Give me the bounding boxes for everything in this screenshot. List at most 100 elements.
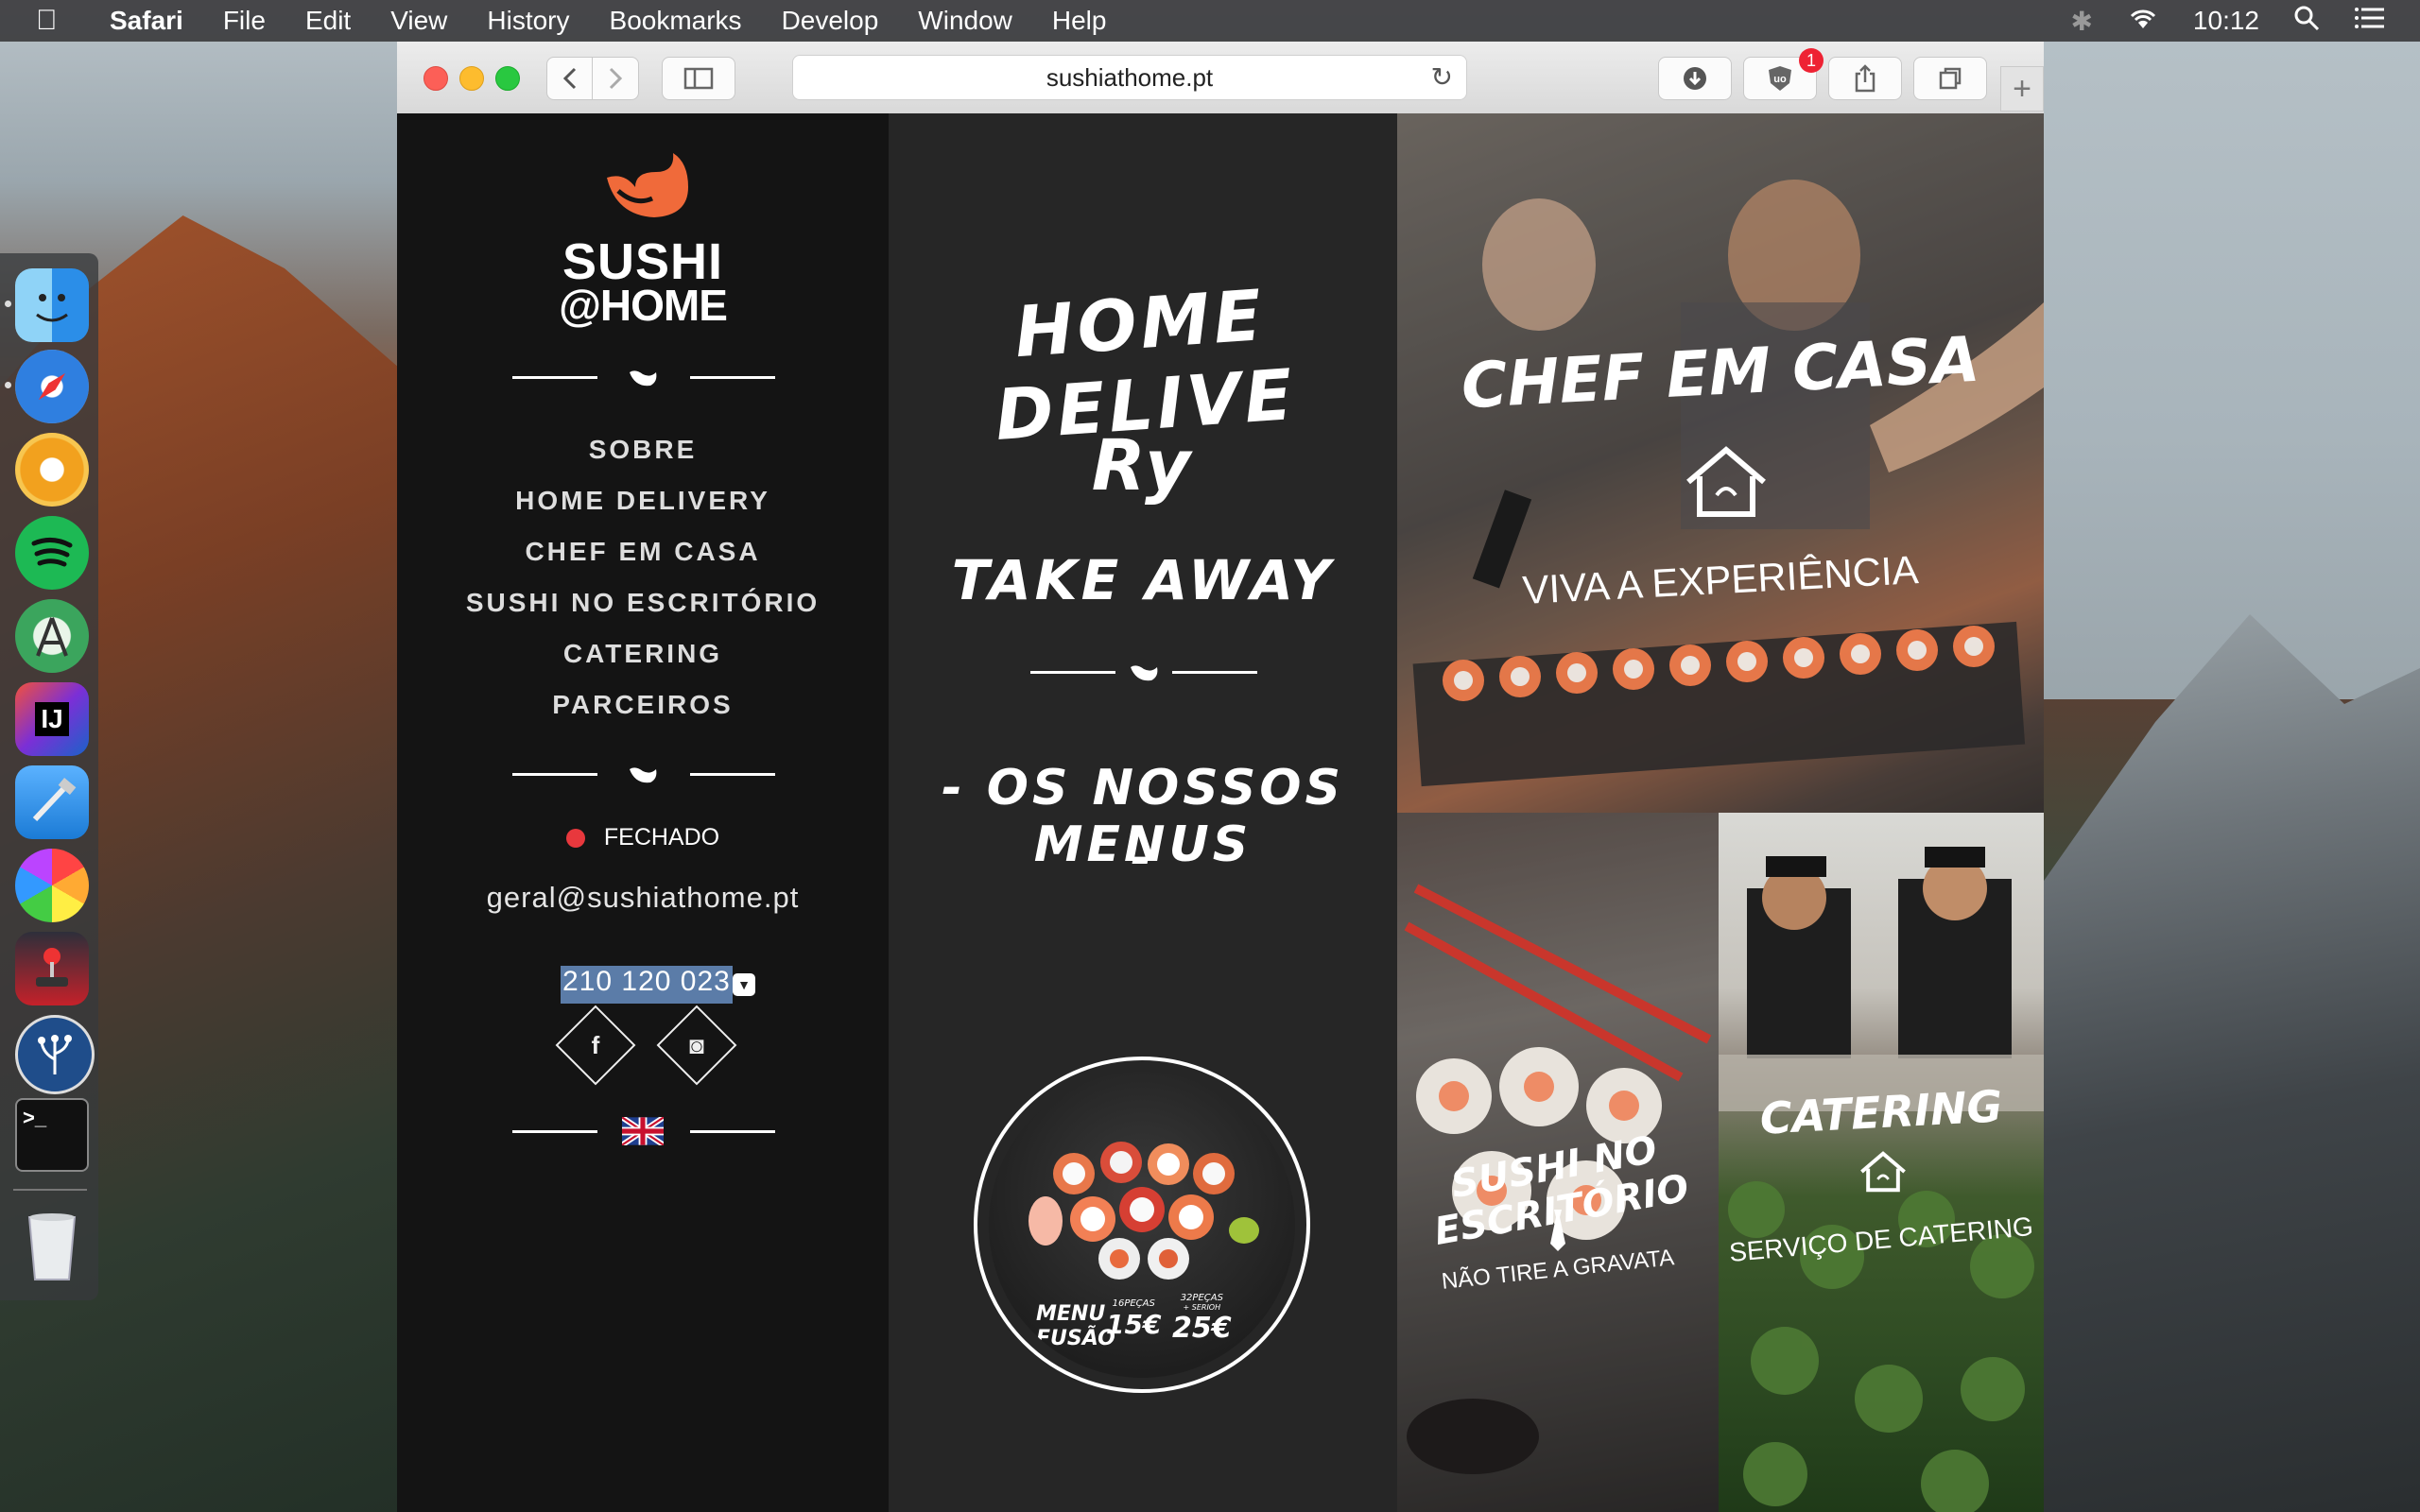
chrome-canary-icon[interactable] bbox=[15, 433, 89, 507]
extension-badge: 1 bbox=[1799, 48, 1824, 73]
chef-em-casa-panel[interactable]: CHEF EM CASA VIVA A EXPERIÊNCIA bbox=[1397, 113, 2044, 813]
facebook-icon: f bbox=[591, 1031, 600, 1059]
chevron-right-icon bbox=[609, 67, 623, 90]
phone-dropdown-icon[interactable]: ▼ bbox=[733, 973, 755, 996]
notification-center-icon[interactable] bbox=[2354, 6, 2386, 37]
sidebar-toggle-button[interactable] bbox=[662, 57, 735, 100]
minimize-window-button[interactable] bbox=[459, 66, 484, 91]
option-32-price: 25€ bbox=[1172, 1312, 1232, 1345]
plus-icon: + bbox=[2013, 70, 2031, 107]
menu-card-photo: MENU FUSÃO 16PEÇAS 15€ 32PEÇAS + SERIOH … bbox=[989, 1072, 1295, 1378]
facebook-link[interactable]: f bbox=[555, 1005, 636, 1086]
close-window-button[interactable] bbox=[424, 66, 448, 91]
nav-chef-em-casa[interactable]: CHEF EM CASA bbox=[397, 537, 889, 567]
forward-button[interactable] bbox=[592, 57, 639, 100]
apple-icon[interactable]:  bbox=[36, 5, 72, 37]
option-16-pieces: 16PEÇAS bbox=[1112, 1298, 1155, 1309]
option-32-note: + SERIOH bbox=[1183, 1303, 1221, 1312]
menu-bookmarks[interactable]: Bookmarks bbox=[610, 6, 742, 36]
instagram-link[interactable]: ◙ bbox=[656, 1005, 737, 1086]
wifi-icon[interactable] bbox=[2127, 6, 2159, 37]
show-tabs-button[interactable] bbox=[1913, 57, 1987, 100]
sourcetree-icon[interactable] bbox=[15, 1015, 95, 1094]
menu-help[interactable]: Help bbox=[1052, 6, 1107, 36]
instagram-icon: ◙ bbox=[689, 1031, 704, 1059]
status-closed-indicator bbox=[565, 829, 585, 849]
spotify-icon[interactable] bbox=[15, 516, 89, 590]
menu-edit[interactable]: Edit bbox=[305, 6, 351, 36]
terminal-icon[interactable]: >_ bbox=[15, 1098, 89, 1172]
website-content: SUSHI @HOME SOBRE HOME DELIVERY CHEF EM … bbox=[397, 113, 2044, 1512]
terminal-prompt: >_ bbox=[23, 1106, 47, 1129]
downloads-button[interactable] bbox=[1658, 57, 1732, 100]
zoom-window-button[interactable] bbox=[495, 66, 520, 91]
divider-line bbox=[512, 1130, 597, 1133]
menu-card-label-line1: MENU bbox=[1036, 1302, 1106, 1326]
url-text[interactable]: sushiathome.pt bbox=[1046, 63, 1213, 93]
address-bar[interactable]: sushiathome.pt ↻ bbox=[792, 55, 1467, 100]
safari-window: sushiathome.pt ↻ uo 1 + SUSHI @HOME SOBR… bbox=[397, 42, 2044, 1512]
necktie-icon bbox=[1550, 1210, 1565, 1251]
nav-sobre[interactable]: SOBRE bbox=[397, 435, 889, 465]
bluetooth-icon[interactable]: ✱ bbox=[2070, 6, 2092, 37]
chevron-left-icon bbox=[562, 67, 577, 90]
menu-history[interactable]: History bbox=[487, 6, 569, 36]
wallpaper-sky bbox=[2042, 38, 2420, 699]
trash-icon[interactable] bbox=[15, 1210, 89, 1283]
menu-file[interactable]: File bbox=[223, 6, 266, 36]
sushi-escritorio-panel[interactable]: SUSHI NO ESCRITÓRIO NÃO TIRE A GRAVATA bbox=[1397, 813, 1719, 1512]
back-button[interactable] bbox=[546, 57, 594, 100]
browser-toolbar: sushiathome.pt ↻ uo 1 + bbox=[397, 42, 2044, 115]
menu-window[interactable]: Window bbox=[918, 6, 1012, 36]
divider-line bbox=[1030, 671, 1115, 674]
reload-icon[interactable]: ↻ bbox=[1431, 61, 1453, 93]
sidebar-icon bbox=[683, 67, 714, 90]
intellij-icon[interactable]: IJ bbox=[15, 682, 89, 756]
xcode-icon[interactable] bbox=[15, 765, 89, 839]
shield-icon: uo bbox=[1769, 66, 1791, 91]
menu-view[interactable]: View bbox=[390, 6, 447, 36]
nav-home-delivery[interactable]: HOME DELIVERY bbox=[397, 486, 889, 516]
running-indicator bbox=[5, 301, 11, 307]
divider-line bbox=[1172, 671, 1257, 674]
sushi-divider-icon bbox=[1131, 665, 1158, 681]
takeaway-heading[interactable]: TAKE AWAY bbox=[889, 548, 1397, 612]
house-icon bbox=[1686, 446, 1766, 517]
menu-card-option-16: 16PEÇAS 15€ bbox=[1106, 1298, 1161, 1340]
logo-line2[interactable]: @HOME bbox=[397, 280, 889, 331]
wallpaper-mountain-right bbox=[2042, 614, 2420, 1512]
menu-fusao-card[interactable]: MENU FUSÃO 16PEÇAS 15€ 32PEÇAS + SERIOH … bbox=[974, 1057, 1310, 1393]
dock: IJ >_ bbox=[0, 253, 98, 1300]
dock-separator bbox=[13, 1189, 87, 1191]
ublock-extension-button[interactable]: uo 1 bbox=[1743, 48, 1824, 100]
sushi-platter-image bbox=[1028, 1142, 1259, 1280]
delivery-heading-line2[interactable]: Ry bbox=[889, 425, 1397, 507]
joystick-icon[interactable] bbox=[15, 932, 89, 1005]
safari-compass-icon[interactable] bbox=[15, 350, 89, 423]
menu-develop[interactable]: Develop bbox=[782, 6, 879, 36]
sushi-logo-icon[interactable] bbox=[597, 149, 692, 225]
catering-panel[interactable]: CATERING SERVIÇO DE CATERING bbox=[1719, 813, 2044, 1512]
nav-catering[interactable]: CATERING bbox=[397, 639, 889, 669]
nav-parceiros[interactable]: PARCEIROS bbox=[397, 690, 889, 720]
contact-phone[interactable]: 210 120 023 bbox=[561, 966, 733, 1004]
menu-app-name[interactable]: Safari bbox=[110, 6, 183, 36]
finder-icon[interactable] bbox=[15, 268, 89, 342]
opening-status: FECHADO bbox=[397, 824, 889, 851]
sushi-divider-icon bbox=[630, 767, 657, 783]
menu-clock[interactable]: 10:12 bbox=[2193, 6, 2259, 36]
android-studio-icon[interactable] bbox=[15, 599, 89, 673]
share-button[interactable] bbox=[1828, 57, 1902, 100]
site-sidebar: SUSHI @HOME SOBRE HOME DELIVERY CHEF EM … bbox=[397, 113, 889, 1512]
divider-line bbox=[690, 773, 775, 776]
nav-sushi-no-escritorio[interactable]: SUSHI NO ESCRITÓRIO bbox=[397, 588, 889, 618]
color-wheel-icon[interactable] bbox=[15, 849, 89, 922]
new-tab-button[interactable]: + bbox=[2000, 66, 2044, 112]
uk-flag-icon[interactable] bbox=[622, 1117, 664, 1145]
contact-email[interactable]: geral@sushiathome.pt bbox=[397, 881, 889, 915]
divider-line bbox=[690, 1130, 775, 1133]
house-icon bbox=[1860, 1151, 1906, 1193]
divider-line bbox=[690, 376, 775, 379]
our-menus-dash: - bbox=[1131, 830, 1155, 886]
spotlight-search-icon[interactable] bbox=[2293, 5, 2320, 38]
